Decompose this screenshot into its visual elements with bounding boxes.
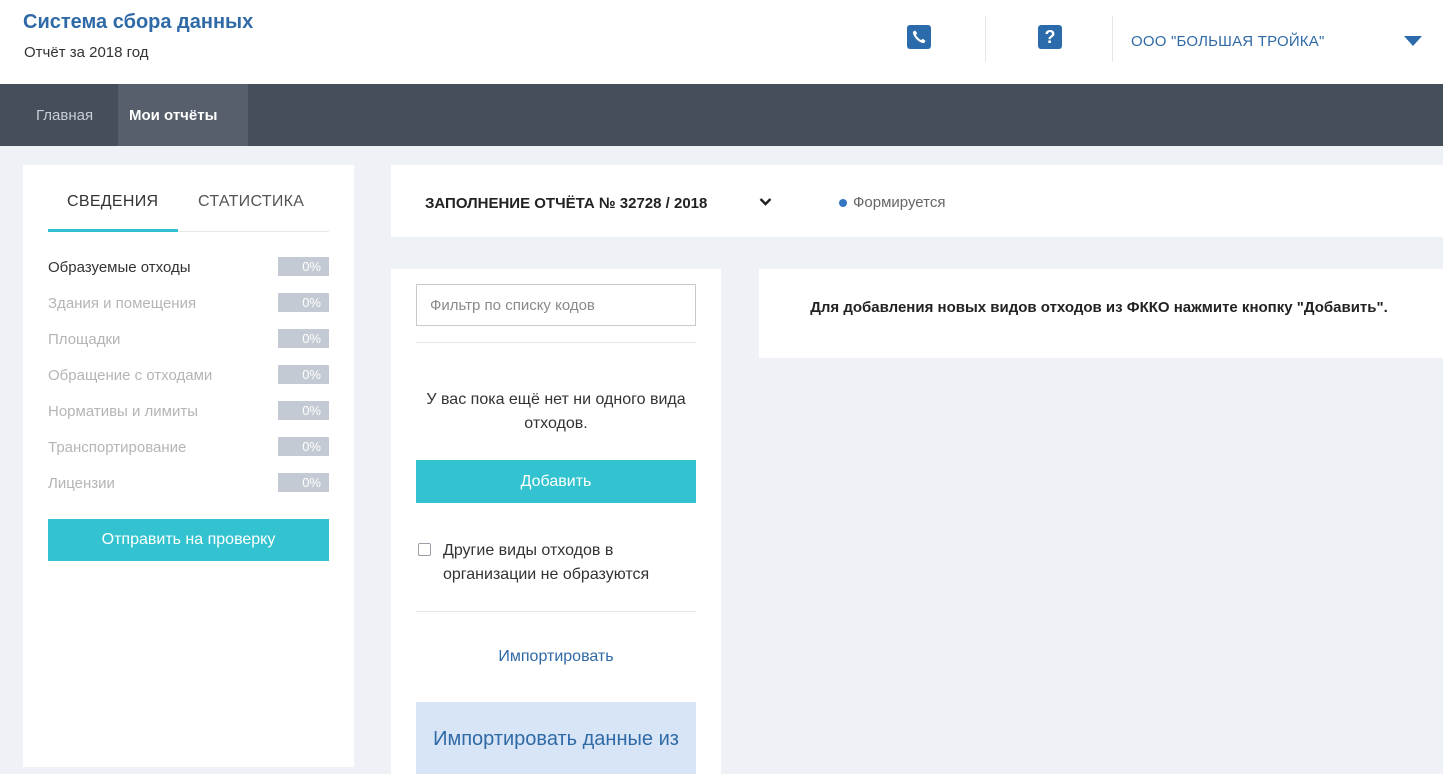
send-for-review-button[interactable]: Отправить на проверку <box>48 519 329 561</box>
report-year-subtitle: Отчёт за 2018 год <box>24 44 149 61</box>
import-data-label: Импортировать данные из <box>433 728 679 750</box>
section-label: Площадки <box>48 331 121 348</box>
section-label: Образуемые отходы <box>48 259 191 276</box>
nav-item-home[interactable]: Главная <box>36 84 93 146</box>
section-progress-badge: 0% <box>278 329 329 348</box>
sections-panel: СВЕДЕНИЯ СТАТИСТИКА Образуемые отходы 0%… <box>23 165 354 767</box>
header-divider <box>985 16 986 62</box>
empty-state-message: У вас пока ещё нет ни одного вида отходо… <box>426 391 686 432</box>
phone-icon-glyph <box>912 30 926 44</box>
section-progress-badge: 0% <box>278 293 329 312</box>
import-data-button[interactable]: Импортировать данные из <box>416 702 696 774</box>
caret-down-icon[interactable] <box>1404 36 1422 46</box>
header: Система сбора данных Отчёт за 2018 год ?… <box>0 0 1443 84</box>
status-dot-icon <box>839 199 847 207</box>
chevron-down-icon[interactable] <box>759 195 772 210</box>
tab-statistics[interactable]: СТАТИСТИКА <box>198 193 304 211</box>
section-item-licenses[interactable]: Лицензии 0% <box>48 473 329 509</box>
nav-item-my-reports[interactable]: Мои отчёты <box>118 84 248 146</box>
org-name[interactable]: ООО "БОЛЬШАЯ ТРОЙКА" <box>1131 33 1324 50</box>
section-progress-badge: 0% <box>278 401 329 420</box>
code-filter-input[interactable] <box>416 284 696 326</box>
chevron-down-glyph <box>759 198 772 206</box>
section-progress-badge: 0% <box>278 257 329 276</box>
section-label: Лицензии <box>48 475 115 492</box>
header-divider <box>1112 16 1113 62</box>
section-item-sites[interactable]: Площадки 0% <box>48 329 329 365</box>
section-progress-badge: 0% <box>278 437 329 456</box>
section-progress-badge: 0% <box>278 473 329 492</box>
tab-info[interactable]: СВЕДЕНИЯ <box>67 193 158 211</box>
section-label: Здания и помещения <box>48 295 197 312</box>
section-progress-badge: 0% <box>278 365 329 384</box>
section-item-norms-limits[interactable]: Нормативы и лимиты 0% <box>48 401 329 437</box>
report-status: Формируется <box>853 194 946 211</box>
report-header: ЗАПОЛНЕНИЕ ОТЧЁТА № 32728 / 2018 Формиру… <box>391 165 1443 237</box>
divider <box>416 342 696 343</box>
active-tab-indicator <box>48 229 178 232</box>
section-list: Образуемые отходы 0% Здания и помещения … <box>48 257 329 509</box>
main-nav: Главная Мои отчёты <box>0 84 1443 146</box>
add-instructions: Для добавления новых видов отходов из ФК… <box>810 299 1388 316</box>
section-label: Обращение с отходами <box>48 367 213 384</box>
section-item-transportation[interactable]: Транспортирование 0% <box>48 437 329 473</box>
add-button[interactable]: Добавить <box>416 460 696 503</box>
phone-icon[interactable] <box>907 25 931 49</box>
help-glyph: ? <box>1044 26 1056 47</box>
report-title[interactable]: ЗАПОЛНЕНИЕ ОТЧЁТА № 32728 / 2018 <box>425 195 707 212</box>
info-panel: Для добавления новых видов отходов из ФК… <box>759 269 1443 358</box>
no-other-waste-label[interactable]: Другие виды отходов в организации не обр… <box>443 539 693 587</box>
help-icon[interactable]: ? <box>1038 25 1062 49</box>
section-label: Нормативы и лимиты <box>48 403 199 420</box>
section-label: Транспортирование <box>48 439 187 456</box>
section-item-waste-handling[interactable]: Обращение с отходами 0% <box>48 365 329 401</box>
no-other-waste-checkbox[interactable] <box>418 543 431 556</box>
app-title[interactable]: Система сбора данных <box>23 11 253 34</box>
divider <box>416 611 696 612</box>
section-item-buildings[interactable]: Здания и помещения 0% <box>48 293 329 329</box>
section-item-generated-waste[interactable]: Образуемые отходы 0% <box>48 257 329 293</box>
import-link[interactable]: Импортировать <box>416 648 696 666</box>
waste-list-panel: У вас пока ещё нет ни одного вида отходо… <box>391 269 721 774</box>
